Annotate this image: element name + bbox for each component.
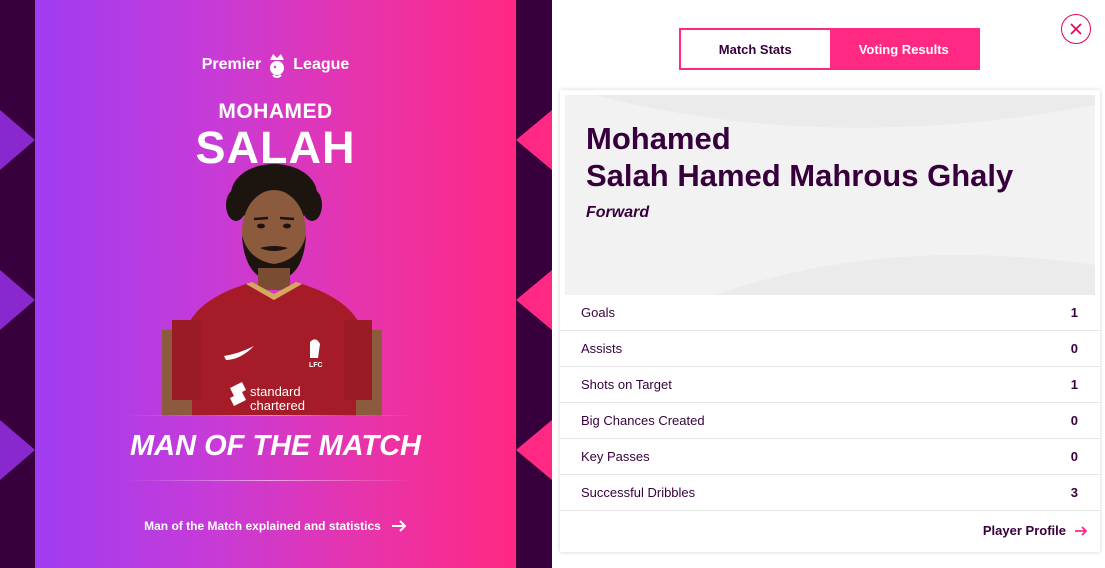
stats-tabs: Match Stats Voting Results bbox=[679, 28, 980, 70]
player-photo: LFC standard chartered bbox=[162, 164, 382, 416]
player-first-name: MOHAMED bbox=[218, 100, 333, 123]
stat-label: Key Passes bbox=[581, 449, 650, 464]
player-profile-label: Player Profile bbox=[982, 523, 1066, 538]
shirt-sponsor-line2: chartered bbox=[250, 398, 305, 413]
shirt-sponsor-line1: standard bbox=[250, 384, 301, 399]
stat-row-shots-on-target: Shots on Target 1 bbox=[560, 367, 1100, 403]
tab-match-stats[interactable]: Match Stats bbox=[681, 30, 830, 68]
hero-frame: Premier League MOHAMED SALAH LFC standar… bbox=[0, 0, 552, 568]
stat-label: Big Chances Created bbox=[581, 413, 705, 428]
award-top-divider bbox=[125, 415, 415, 416]
stat-row-successful-dribbles: Successful Dribbles 3 bbox=[560, 475, 1100, 511]
stat-value: 1 bbox=[1070, 305, 1078, 320]
arrow-right-icon bbox=[391, 520, 407, 532]
close-button[interactable] bbox=[1061, 14, 1091, 44]
close-icon bbox=[1070, 23, 1082, 35]
stat-row-key-passes: Key Passes 0 bbox=[560, 439, 1100, 475]
stat-value: 3 bbox=[1070, 485, 1078, 500]
logo-prefix: Premier bbox=[201, 56, 262, 73]
premier-league-logo: Premier League bbox=[35, 51, 516, 79]
player-position: Forward bbox=[586, 204, 650, 221]
stat-label: Assists bbox=[581, 341, 623, 356]
player-name-line2: Salah Hamed Mahrous Ghaly bbox=[586, 158, 1014, 193]
player-full-name: Mohamed Salah Hamed Mahrous Ghaly bbox=[586, 120, 1013, 194]
player-stats-card: Mohamed Salah Hamed Mahrous Ghaly Forwar… bbox=[560, 90, 1100, 552]
player-name-line1: Mohamed bbox=[586, 121, 731, 156]
lion-crown-icon bbox=[270, 54, 285, 78]
shirt-badge-text: LFC bbox=[309, 362, 323, 369]
motm-explained-link[interactable]: Man of the Match explained and statistic… bbox=[35, 519, 516, 533]
stat-label: Shots on Target bbox=[581, 377, 672, 392]
stat-label: Successful Dribbles bbox=[581, 485, 696, 500]
motm-explained-label: Man of the Match explained and statistic… bbox=[144, 519, 381, 533]
stat-value: 1 bbox=[1070, 377, 1078, 392]
player-profile-link[interactable]: Player Profile bbox=[983, 523, 1088, 538]
logo-suffix: League bbox=[293, 56, 350, 73]
stat-value: 0 bbox=[1070, 341, 1078, 356]
arrow-right-icon bbox=[1075, 525, 1088, 536]
stat-row-goals: Goals 1 bbox=[560, 295, 1100, 331]
stat-row-assists: Assists 0 bbox=[560, 331, 1100, 367]
stat-row-big-chances-created: Big Chances Created 0 bbox=[560, 403, 1100, 439]
stat-label: Goals bbox=[581, 305, 615, 320]
tab-voting-results[interactable]: Voting Results bbox=[829, 30, 978, 68]
award-title: MAN OF THE MATCH bbox=[129, 430, 422, 462]
hero-panel: Premier League MOHAMED SALAH LFC standar… bbox=[35, 0, 516, 568]
player-header: Mohamed Salah Hamed Mahrous Ghaly Forwar… bbox=[565, 95, 1095, 295]
award-bottom-divider bbox=[125, 480, 415, 481]
stat-value: 0 bbox=[1070, 449, 1078, 464]
stats-list: Goals 1 Assists 0 Shots on Target 1 Big … bbox=[560, 295, 1100, 511]
stat-value: 0 bbox=[1070, 413, 1078, 428]
